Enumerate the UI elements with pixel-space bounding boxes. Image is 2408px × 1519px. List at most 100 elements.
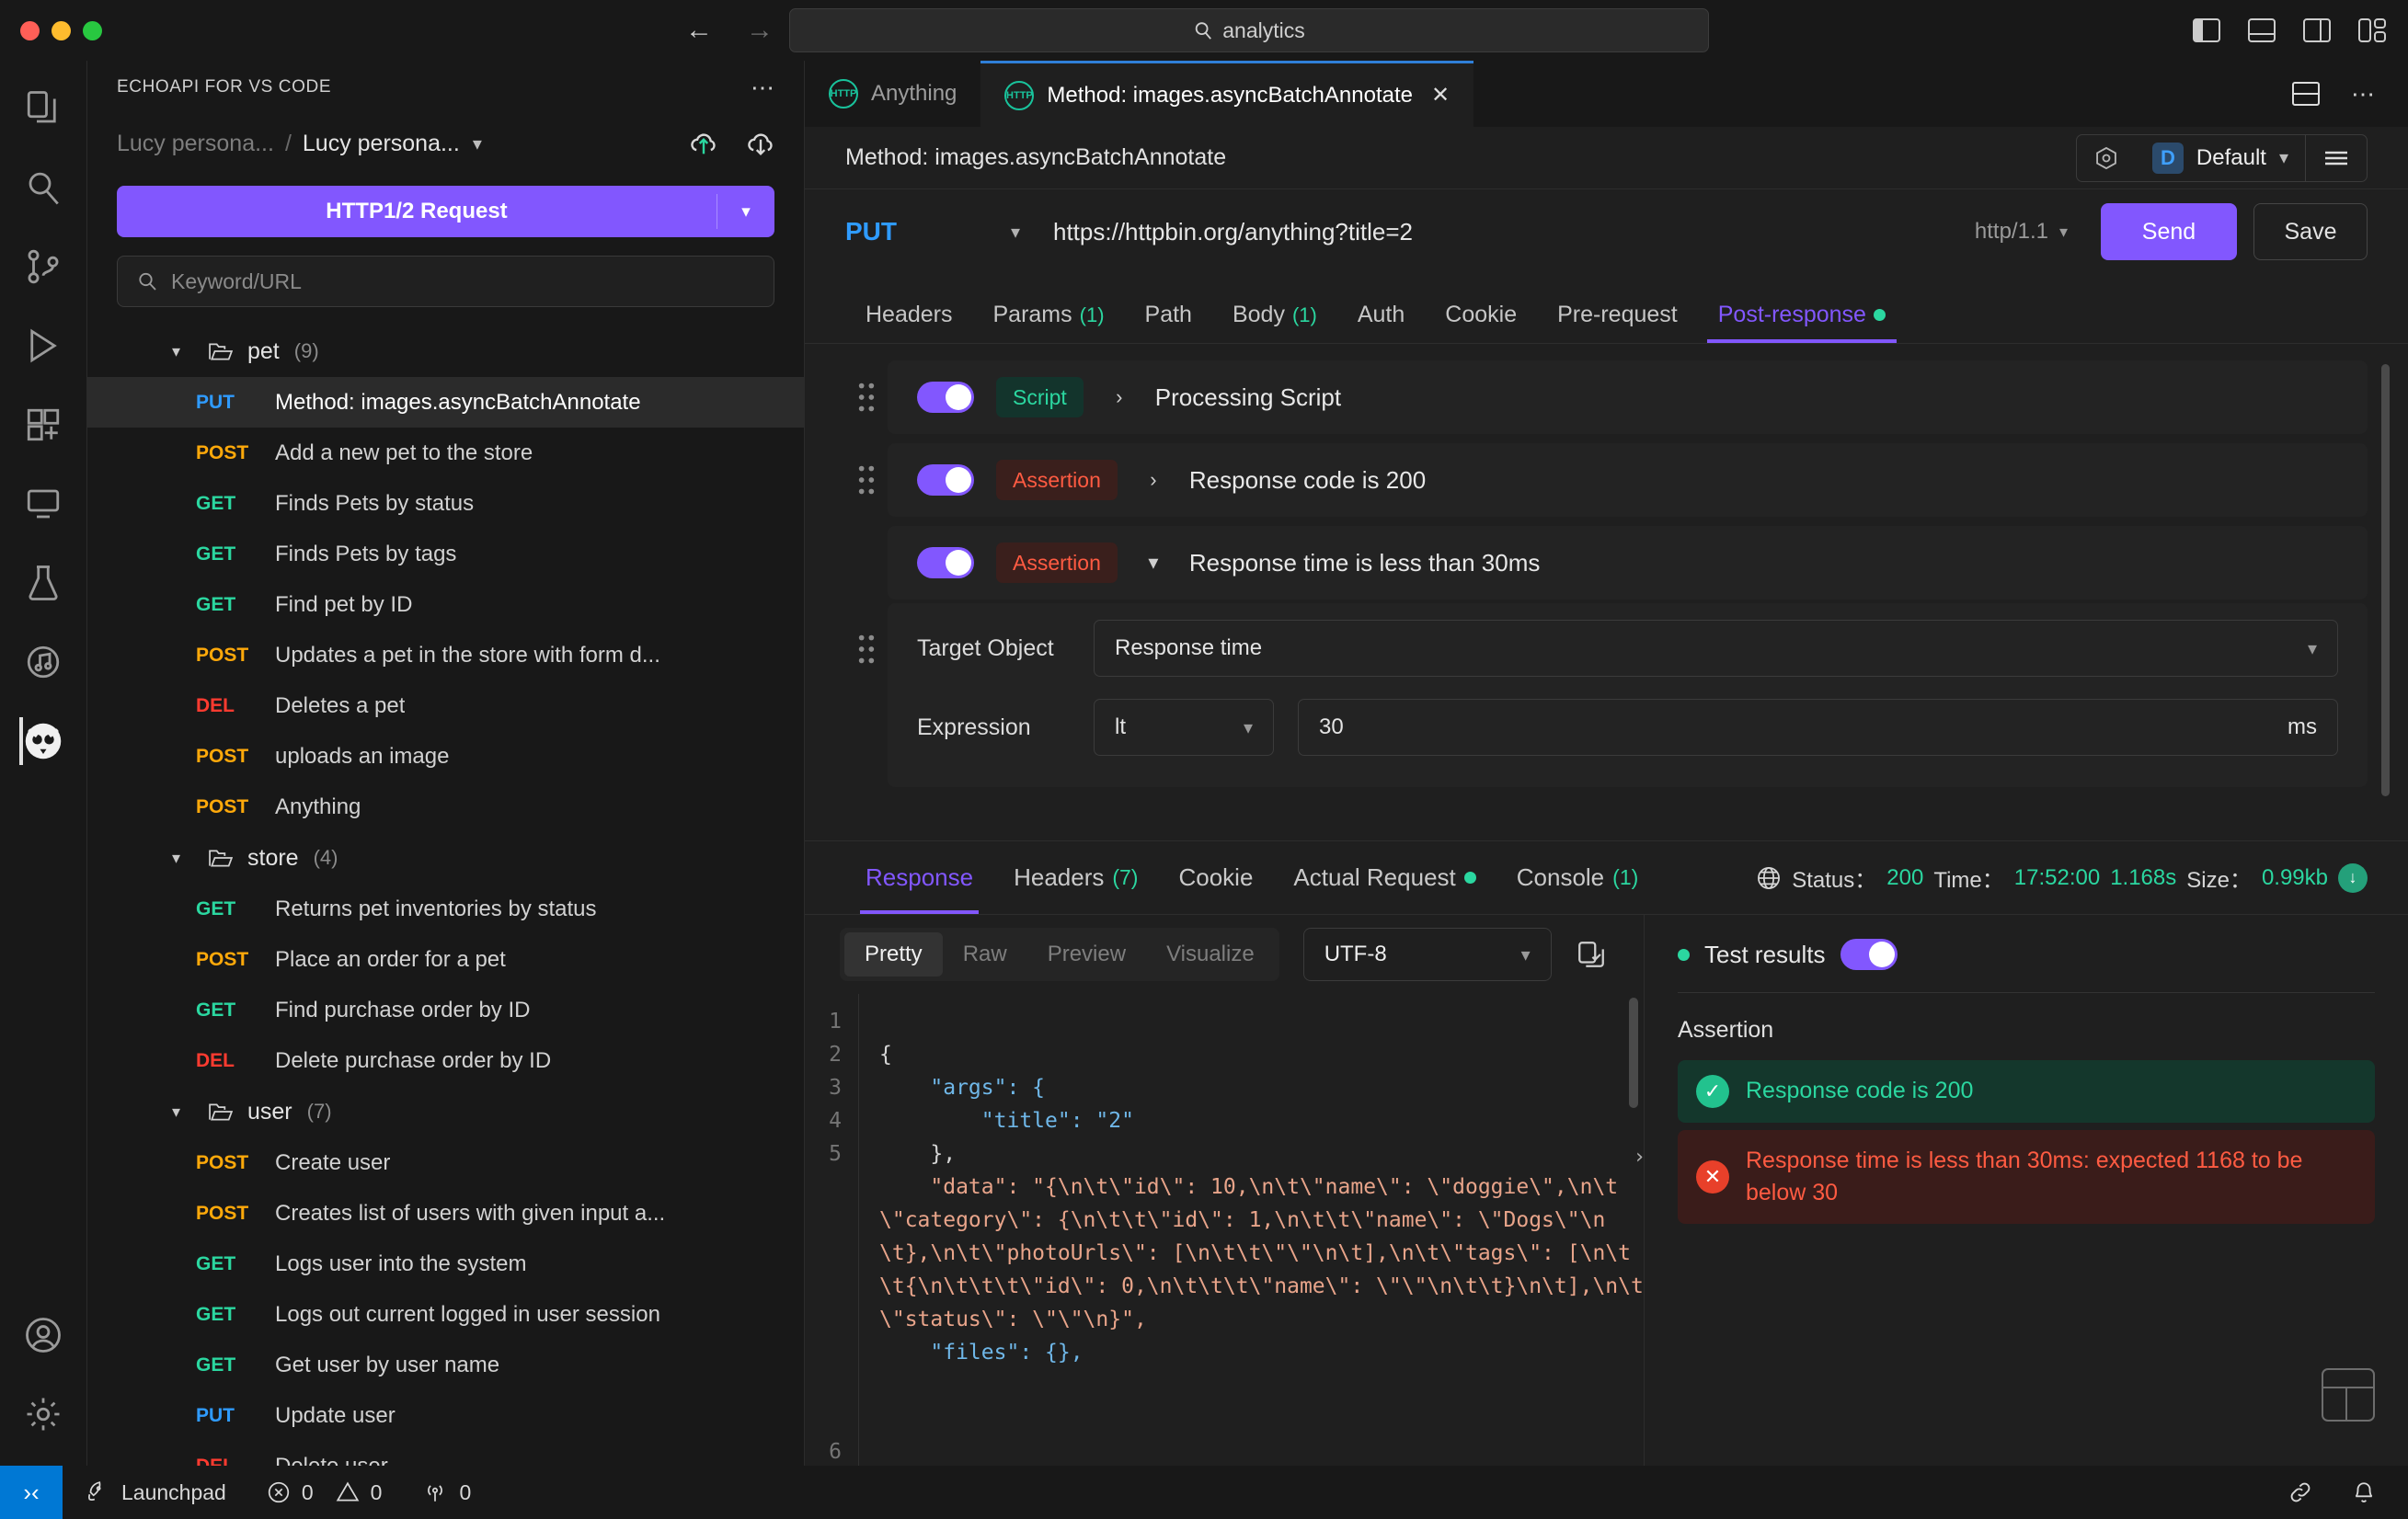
tree-item-delete-purchase-order[interactable]: DEL Delete purchase order by ID <box>87 1035 804 1086</box>
tree-item-add-a-new-pet[interactable]: POST Add a new pet to the store <box>87 428 804 478</box>
chevron-down-icon[interactable]: ▾ <box>172 342 194 361</box>
bell-icon[interactable] <box>2351 1480 2377 1504</box>
cloud-download-icon[interactable] <box>745 128 776 159</box>
tree-item-find-pet-by-id[interactable]: GET Find pet by ID <box>87 579 804 630</box>
test-results-toggle[interactable] <box>1840 939 1898 970</box>
drag-handle-icon[interactable] <box>845 603 888 664</box>
breadcrumb-current[interactable]: Lucy persona... <box>303 131 460 157</box>
breadcrumb-parent[interactable]: Lucy persona... <box>117 131 274 157</box>
response-tab-cookie[interactable]: Cookie <box>1158 841 1273 914</box>
toggle-secondary-sidebar-icon[interactable] <box>2303 18 2331 42</box>
customize-layout-icon[interactable] <box>2358 18 2386 42</box>
tab-post-response[interactable]: Post-response <box>1698 302 1906 343</box>
chevron-right-icon[interactable]: › <box>1140 468 1167 492</box>
source-control-icon[interactable] <box>19 243 67 291</box>
extensions-icon[interactable] <box>19 401 67 449</box>
launchpad-button[interactable]: Launchpad <box>63 1480 247 1505</box>
copy-icon[interactable] <box>1576 939 1607 970</box>
arrow-right-icon[interactable]: → <box>746 17 774 44</box>
assertion-card-expanded[interactable]: Assertion ▾ Response time is less than 3… <box>888 526 2368 600</box>
format-pretty[interactable]: Pretty <box>844 932 943 976</box>
new-http-request-button[interactable]: HTTP1/2 Request ▾ <box>117 186 774 237</box>
chevron-down-icon[interactable]: ▾ <box>1521 943 1531 966</box>
tree-item-uploads-an-image[interactable]: POST uploads an image <box>87 731 804 782</box>
post-response-scrollbar[interactable] <box>2381 364 2390 796</box>
arrow-left-icon[interactable]: ← <box>685 17 713 44</box>
run-debug-icon[interactable] <box>19 322 67 370</box>
tree-item-create-user[interactable]: POST Create user <box>87 1137 804 1188</box>
chevron-down-icon[interactable]: ▾ <box>2279 146 2288 169</box>
tab-auth[interactable]: Auth <box>1337 302 1425 343</box>
chevron-down-icon[interactable]: ▾ <box>2059 223 2068 242</box>
response-tab-actual-request[interactable]: Actual Request <box>1273 841 1496 914</box>
toggle-primary-sidebar-icon[interactable] <box>2193 18 2220 42</box>
chevron-down-icon[interactable]: ▾ <box>717 201 774 223</box>
chevron-down-icon[interactable]: ▾ <box>1140 551 1167 575</box>
tree-item-get-user-by-name[interactable]: GET Get user by user name <box>87 1340 804 1390</box>
tab-method-images-asyncbatchannotate[interactable]: HTTP Method: images.asyncBatchAnnotate ✕ <box>980 61 1474 127</box>
minimize-window-button[interactable] <box>52 20 71 40</box>
hamburger-icon[interactable] <box>2306 135 2367 181</box>
response-tab-response[interactable]: Response <box>845 841 993 914</box>
environment-selector[interactable]: D Default ▾ <box>2075 133 2368 182</box>
explorer-icon[interactable] <box>19 85 67 132</box>
script-card[interactable]: Script › Processing Script <box>888 360 2368 434</box>
env-settings-icon[interactable] <box>2077 135 2136 181</box>
music-icon[interactable] <box>19 638 67 686</box>
close-icon[interactable]: ✕ <box>1431 82 1450 108</box>
sidebar-search-input[interactable]: Keyword/URL <box>117 256 774 307</box>
tree-item-deletes-a-pet[interactable]: DEL Deletes a pet <box>87 680 804 731</box>
encoding-select[interactable]: UTF-8 ▾ <box>1302 928 1552 981</box>
enable-toggle[interactable] <box>917 382 974 413</box>
response-tab-headers[interactable]: Headers (7) <box>993 841 1158 914</box>
enable-toggle[interactable] <box>917 547 974 578</box>
tree-item-creates-list-of-users[interactable]: POST Creates list of users with given in… <box>87 1188 804 1239</box>
send-button[interactable]: Send <box>2101 203 2237 260</box>
tree-item-returns-pet-inventories[interactable]: GET Returns pet inventories by status <box>87 884 804 934</box>
operator-select[interactable]: lt ▾ <box>1094 699 1274 756</box>
tab-cookie[interactable]: Cookie <box>1425 302 1537 343</box>
threshold-input[interactable]: 30 ms <box>1298 699 2338 756</box>
table-layout-icon[interactable] <box>2322 1368 2375 1422</box>
chevron-right-icon[interactable]: › <box>1106 385 1133 409</box>
ellipsis-icon[interactable]: ⋯ <box>751 75 776 99</box>
chevron-right-icon[interactable]: › <box>1634 1141 1644 1174</box>
chevron-down-icon[interactable]: ▾ <box>2308 637 2317 660</box>
tree-item-finds-pets-by-status[interactable]: GET Finds Pets by status <box>87 478 804 529</box>
enable-toggle[interactable] <box>917 464 974 496</box>
close-window-button[interactable] <box>20 20 40 40</box>
toggle-panel-icon[interactable] <box>2248 18 2276 42</box>
http-method-select[interactable]: PUT ▾ <box>845 217 1020 246</box>
maximize-window-button[interactable] <box>83 20 102 40</box>
tree-item-updates-a-pet[interactable]: POST Updates a pet in the store with for… <box>87 630 804 680</box>
chevron-down-icon[interactable]: ▾ <box>473 132 482 155</box>
link-icon[interactable] <box>2287 1480 2314 1504</box>
tree-item-place-an-order[interactable]: POST Place an order for a pet <box>87 934 804 985</box>
drag-handle-icon[interactable] <box>845 465 888 495</box>
tree-item-method-images-asyncbatchannotate[interactable]: PUT Method: images.asyncBatchAnnotate <box>87 377 804 428</box>
tree-item-finds-pets-by-tags[interactable]: GET Finds Pets by tags <box>87 529 804 579</box>
format-visualize[interactable]: Visualize <box>1146 932 1275 976</box>
split-editor-icon[interactable] <box>2292 82 2320 106</box>
ports-button[interactable]: 0 <box>402 1480 491 1505</box>
tree-item-update-user[interactable]: PUT Update user <box>87 1390 804 1441</box>
tab-path[interactable]: Path <box>1125 302 1212 343</box>
chevron-down-icon[interactable]: ▾ <box>172 1102 194 1122</box>
testing-icon[interactable] <box>19 559 67 607</box>
echoapi-owl-icon[interactable] <box>19 717 67 765</box>
remote-window-icon[interactable]: ›‹ <box>0 1466 63 1519</box>
target-object-select[interactable]: Response time ▾ <box>1094 620 2338 677</box>
ellipsis-icon[interactable]: ⋯ <box>2351 82 2377 106</box>
tree-item-find-purchase-order[interactable]: GET Find purchase order by ID <box>87 985 804 1035</box>
tab-pre-request[interactable]: Pre-request <box>1537 302 1698 343</box>
search-icon[interactable] <box>19 164 67 211</box>
tab-params[interactable]: Params (1) <box>973 302 1125 343</box>
format-preview[interactable]: Preview <box>1027 932 1146 976</box>
search-input[interactable]: analytics <box>789 8 1709 52</box>
drag-handle-icon[interactable] <box>845 383 888 412</box>
format-raw[interactable]: Raw <box>943 932 1027 976</box>
gear-icon[interactable] <box>19 1390 67 1438</box>
chevron-down-icon[interactable]: ▾ <box>1011 221 1020 244</box>
response-code-viewer[interactable]: 1 2 3 4 5 6 { "args": { "title": "2" }, … <box>805 994 1644 1466</box>
tree-item-anything[interactable]: POST Anything <box>87 782 804 832</box>
